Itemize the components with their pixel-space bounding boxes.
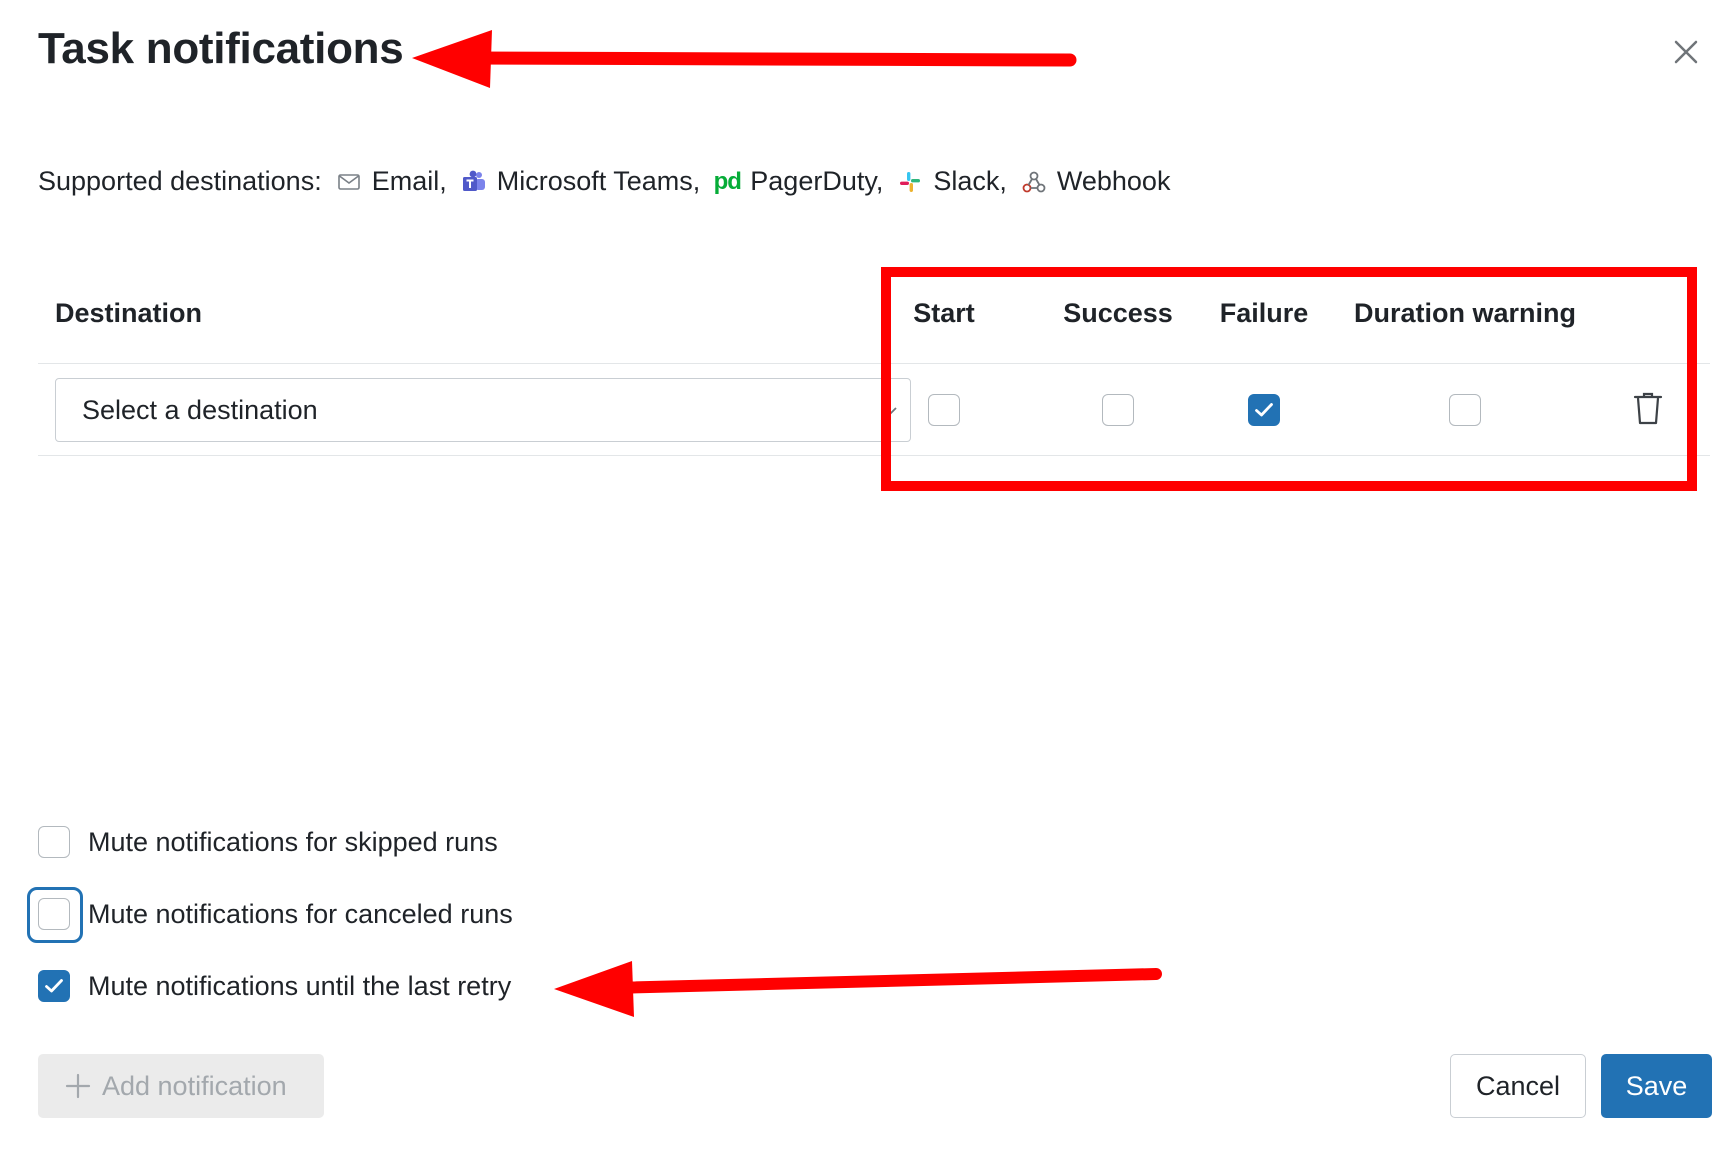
failure-checkbox[interactable] (1248, 394, 1280, 426)
mute-until-last-retry-checkbox[interactable] (38, 970, 70, 1002)
email-icon (336, 169, 362, 195)
mute-canceled-option[interactable]: Mute notifications for canceled runs (27, 887, 513, 943)
mute-until-last-retry-label: Mute notifications until the last retry (88, 970, 512, 1001)
add-notification-button[interactable]: Add notification (38, 1054, 324, 1118)
destination-email: Email, (336, 166, 447, 197)
supported-destinations: Supported destinations: Email, Microsoft… (38, 166, 1170, 197)
column-header-start: Start (913, 298, 975, 328)
plus-icon (65, 1073, 91, 1099)
trash-icon (1633, 392, 1663, 425)
mute-skipped-checkbox[interactable] (38, 826, 70, 858)
save-button[interactable]: Save (1601, 1054, 1712, 1118)
save-label: Save (1625, 1070, 1688, 1101)
supported-destinations-label: Supported destinations: (38, 166, 322, 196)
annotation-arrow-last-retry (554, 961, 1162, 1017)
microsoft-teams-icon (461, 169, 487, 195)
dialog-title: Task notifications (38, 24, 404, 73)
destination-select[interactable]: Select a destination (55, 378, 911, 442)
destination-pagerduty: pd PagerDuty, (713, 166, 884, 197)
focus-ring (27, 887, 83, 943)
mute-until-last-retry-option[interactable]: Mute notifications until the last retry (38, 970, 511, 1002)
webhook-icon (1021, 169, 1047, 195)
destination-teams-label: Microsoft Teams, (496, 166, 701, 196)
pagerduty-icon: pd (713, 167, 742, 195)
task-notifications-dialog: Task notifications Supported destination… (0, 0, 1732, 1156)
destination-webhook: Webhook (1021, 166, 1171, 197)
column-header-success: Success (1063, 298, 1173, 328)
destination-email-label: Email, (371, 166, 447, 196)
mute-skipped-label: Mute notifications for skipped runs (88, 826, 498, 857)
checkmark-icon (1255, 403, 1273, 417)
column-header-duration-warning: Duration warning (1354, 298, 1576, 328)
chevron-down-icon (885, 407, 897, 415)
duration-warning-checkbox[interactable] (1449, 394, 1481, 426)
add-notification-label: Add notification (102, 1070, 287, 1101)
destination-select-value: Select a destination (82, 394, 318, 425)
start-checkbox[interactable] (928, 394, 960, 426)
column-header-destination: Destination (55, 298, 203, 328)
success-checkbox[interactable] (1102, 394, 1134, 426)
close-button[interactable] (1666, 32, 1706, 72)
table-row: Select a destination (38, 364, 1710, 456)
column-header-failure: Failure (1219, 298, 1309, 328)
destination-pagerduty-label: PagerDuty, (750, 166, 884, 196)
cancel-label: Cancel (1475, 1070, 1561, 1101)
slack-icon (897, 169, 923, 195)
cancel-button[interactable]: Cancel (1450, 1054, 1586, 1118)
mute-canceled-checkbox[interactable] (27, 887, 83, 943)
notifications-table-header: Destination Start Success Failure Durati… (38, 290, 1710, 364)
mute-skipped-option[interactable]: Mute notifications for skipped runs (38, 826, 498, 858)
destination-slack: Slack, (897, 166, 1007, 197)
destination-webhook-label: Webhook (1056, 166, 1171, 196)
destination-slack-label: Slack, (933, 166, 1007, 196)
mute-canceled-label: Mute notifications for canceled runs (88, 898, 513, 929)
close-icon (1674, 40, 1698, 64)
annotation-arrow-title (412, 30, 1077, 88)
destination-teams: Microsoft Teams, (461, 166, 701, 197)
checkmark-icon (45, 979, 63, 993)
delete-row-button[interactable] (1632, 390, 1664, 426)
